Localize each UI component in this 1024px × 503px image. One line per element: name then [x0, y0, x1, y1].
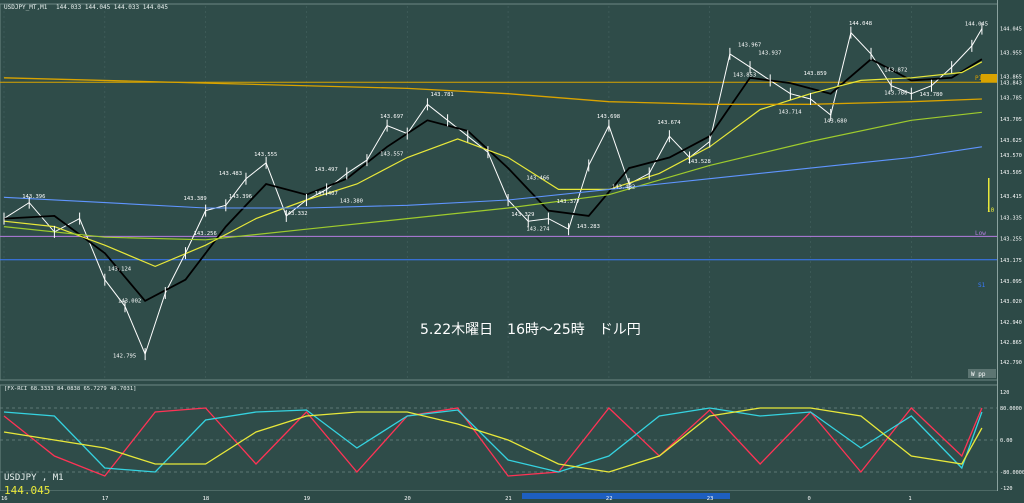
chart-title: USDJPY_MT,M1	[4, 4, 48, 11]
price-label: 143.781	[431, 92, 454, 98]
price-label: 143.674	[657, 120, 681, 126]
price-label: 143.389	[184, 196, 207, 202]
time-tick-label: 22	[606, 496, 613, 502]
price-tick-label: 143.955	[1000, 51, 1022, 57]
price-label: 143.396	[229, 194, 252, 200]
price-tick-label: 144.045	[1000, 27, 1022, 33]
price-tick-label: 142.865	[1000, 340, 1022, 346]
price-tick-label: 143.570	[1000, 153, 1022, 159]
price-label: 143.432	[612, 184, 635, 190]
time-tick-label: 20	[404, 496, 411, 502]
price-label: 143.274	[526, 226, 550, 232]
price-label: 143.680	[824, 119, 847, 125]
price-tick-label: 143.785	[1000, 96, 1022, 102]
price-label: 143.528	[688, 159, 711, 165]
s1-label: S1	[978, 282, 986, 289]
time-tick-label: 19	[303, 496, 310, 502]
price-label: 143.283	[577, 224, 600, 230]
price-label: 143.332	[284, 211, 307, 217]
price-label: 143.377	[557, 199, 580, 205]
time-tick-label: 0	[808, 496, 811, 502]
footer-symbol: USDJPY , M1	[4, 473, 64, 483]
price-label: 143.557	[380, 151, 403, 157]
price-label: 143.872	[884, 68, 907, 74]
oscillator-tick-label: 80.0000	[1000, 406, 1022, 412]
price-label: 143.697	[380, 114, 403, 120]
price-label: 143.396	[22, 194, 45, 200]
price-label: 144.045	[965, 22, 988, 28]
time-tick-label: 21	[505, 496, 512, 502]
price-tick-label: 143.505	[1000, 170, 1022, 176]
time-tick-label: 17	[102, 496, 109, 502]
price-tick-label: 143.255	[1000, 237, 1022, 243]
price-tick-label: 142.790	[1000, 360, 1022, 366]
low-label: Low	[975, 230, 986, 237]
footer-price: 144.045	[4, 484, 50, 497]
price-label: 143.497	[315, 167, 338, 173]
time-tick-label: 18	[203, 496, 210, 502]
oscillator-tick-label: 120	[1000, 390, 1009, 396]
oscillator-tick-label: 0.00	[1000, 438, 1013, 444]
price-label: 143.853	[733, 73, 756, 79]
wpp-label: W pp	[971, 371, 986, 378]
price-label: 143.859	[804, 71, 827, 77]
time-tick-label: 23	[707, 496, 714, 502]
time-tick-label: 1	[908, 496, 911, 502]
price-axis-border	[997, 0, 998, 492]
price-label: 143.256	[194, 231, 217, 237]
price-label: 143.407	[315, 191, 338, 197]
price-label: 144.048	[849, 21, 872, 27]
ohlc-readout: 144.033 144.045 144.033 144.045	[56, 4, 168, 11]
time-axis-panel	[0, 491, 1024, 503]
annotation-text: 5.22木曜日 16時～25時 ドル円	[420, 322, 641, 338]
price-label: 143.937	[758, 50, 781, 56]
price-tick-label: 143.625	[1000, 138, 1022, 144]
time-axis-selection	[522, 493, 730, 499]
price-tick-label: 143.175	[1000, 258, 1022, 264]
oscillator-tick-label: -80.0000	[1000, 470, 1024, 476]
price-label: 143.466	[526, 175, 549, 181]
chart-canvas: 143.396 143.002 143.124 142.795 143.389 143.4…	[0, 0, 1024, 503]
price-tick-label: 143.020	[1000, 299, 1022, 305]
price-label: 143.329	[511, 212, 534, 218]
price-label: 143.698	[597, 114, 620, 120]
price-label: 143.124	[108, 266, 132, 272]
price-label: 143.780	[920, 92, 943, 98]
range-bar-label: 10	[987, 207, 995, 214]
price-tick-label: 143.705	[1000, 117, 1022, 123]
price-label: 143.483	[219, 171, 242, 177]
price-label: 143.967	[738, 42, 761, 48]
price-label: 143.714	[778, 110, 802, 116]
price-tick-label: 142.940	[1000, 320, 1022, 326]
price-tick-label: 143.335	[1000, 215, 1022, 221]
oscillator-plot-frame	[0, 384, 1000, 492]
price-label: 143.002	[118, 299, 141, 305]
price-tick-label: 143.415	[1000, 194, 1022, 200]
price-label: 143.786	[884, 90, 907, 96]
oscillator-title: [FX-RCI 68.3333 84.0838 65.7279 49.7031]	[4, 386, 136, 392]
oscillator-tick-label: -120	[1000, 486, 1013, 492]
price-label: 143.380	[340, 198, 363, 204]
price-tick-label: 143.843	[1000, 80, 1022, 86]
pivot-label: PIVOT	[975, 75, 993, 82]
price-label: 142.795	[113, 354, 136, 360]
price-tick-label: 143.095	[1000, 279, 1022, 285]
price-label: 143.555	[254, 152, 277, 158]
